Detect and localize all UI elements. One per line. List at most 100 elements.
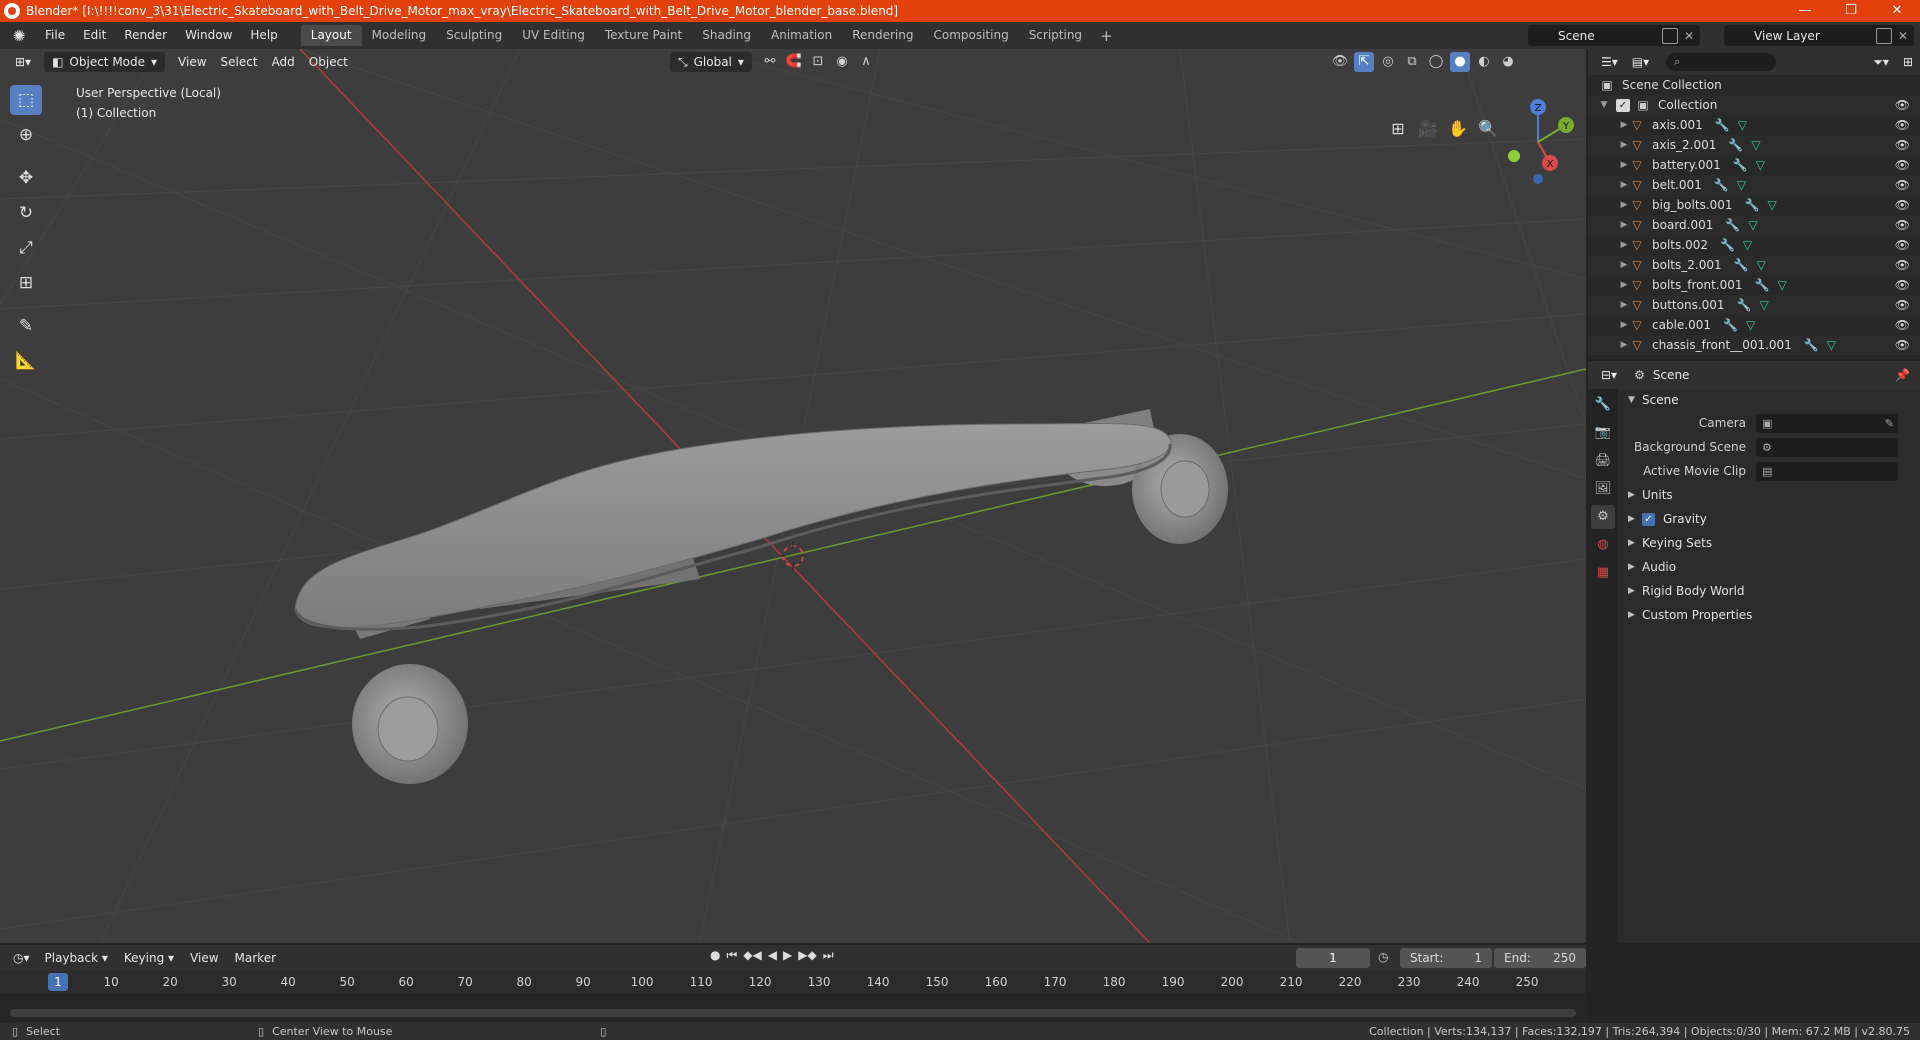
next-keyframe-icon[interactable]: ▶◆	[798, 948, 816, 963]
outliner-search-input[interactable]: ⌕	[1666, 53, 1777, 71]
jump-end-icon[interactable]: ⏭	[823, 948, 834, 963]
falloff-icon[interactable]: ∧	[856, 52, 876, 72]
menu-timeline-view[interactable]: View	[182, 951, 226, 965]
eye-icon[interactable]: 👁	[1895, 238, 1910, 252]
modifier-wrench-icon[interactable]: 🔧	[1737, 298, 1752, 312]
scale-tool-icon[interactable]: ⤢	[10, 233, 42, 263]
new-scene-icon[interactable]	[1661, 27, 1678, 44]
gravity-checkbox[interactable]: ✓	[1642, 512, 1655, 526]
tab-layout[interactable]: Layout	[300, 25, 362, 46]
proportional-edit-icon[interactable]: ◉	[832, 52, 852, 72]
eye-icon[interactable]: 👁	[1895, 278, 1910, 292]
move-tool-icon[interactable]: ✥	[10, 163, 42, 193]
skateboard-model[interactable]	[293, 409, 1228, 784]
render-tab-icon[interactable]: 📷	[1591, 421, 1615, 445]
outliner-item[interactable]: ▶ ▽ bolts_2.001 🔧 ▽ 👁	[1588, 255, 1920, 275]
expand-icon[interactable]: ▶	[1618, 280, 1630, 290]
play-reverse-icon[interactable]: ◀	[768, 948, 777, 963]
timeline-ruler[interactable]: 1102030405060708090100110120130140150160…	[0, 971, 1586, 993]
menu-edit[interactable]: Edit	[74, 22, 115, 49]
scene-selector[interactable]: Scene ✕	[1528, 25, 1700, 46]
solid-shading-icon[interactable]: ●	[1450, 52, 1470, 72]
audio-subpanel[interactable]: ▶ Audio	[1620, 555, 1920, 579]
measure-tool-icon[interactable]: 📐	[10, 346, 42, 376]
editor-type-icon[interactable]: ⊞▾	[8, 52, 38, 72]
eye-icon[interactable]: 👁	[1895, 138, 1910, 152]
modifier-wrench-icon[interactable]: 🔧	[1733, 158, 1748, 172]
eye-icon[interactable]: 👁	[1895, 178, 1910, 192]
orientation-dropdown[interactable]: ⤡ Global ▾	[670, 52, 752, 72]
current-frame-indicator[interactable]: 1	[48, 973, 68, 991]
menu-file[interactable]: File	[36, 22, 74, 49]
modifier-wrench-icon[interactable]: 🔧	[1720, 238, 1735, 252]
rotate-tool-icon[interactable]: ↻	[10, 198, 42, 228]
rendered-shading-icon[interactable]: ◕	[1498, 52, 1518, 72]
eyedropper-icon[interactable]: ✎	[1885, 417, 1894, 430]
pivot-icon[interactable]: ⚯	[760, 52, 780, 72]
start-frame-field[interactable]: Start: 1	[1400, 948, 1492, 968]
modifier-wrench-icon[interactable]: 🔧	[1725, 218, 1740, 232]
tool-tab-icon[interactable]: 🔧	[1591, 393, 1615, 417]
play-icon[interactable]: ▶	[783, 948, 792, 963]
menu-view[interactable]: View	[171, 52, 213, 72]
modifier-wrench-icon[interactable]: 🔧	[1755, 278, 1770, 292]
toggle-grid-icon[interactable]: ⊞	[1384, 115, 1412, 143]
snap-target-icon[interactable]: ⊡	[808, 52, 828, 72]
jump-start-icon[interactable]: ⏮	[726, 948, 737, 963]
custom-properties-subpanel[interactable]: ▶ Custom Properties	[1620, 603, 1920, 627]
timeline-editor-type-icon[interactable]: ◷▾	[6, 948, 37, 968]
outliner-item[interactable]: ▶ ▽ battery.001 🔧 ▽ 👁	[1588, 155, 1920, 175]
modifier-wrench-icon[interactable]: 🔧	[1734, 258, 1749, 272]
tab-texture-paint[interactable]: Texture Paint	[595, 25, 692, 46]
eye-icon[interactable]: 👁	[1895, 318, 1910, 332]
overlay-toggle-icon[interactable]: ◎	[1378, 52, 1398, 72]
menu-help[interactable]: Help	[241, 22, 286, 49]
current-frame-field[interactable]: 1	[1296, 948, 1370, 968]
camera-view-icon[interactable]: 🎥	[1414, 115, 1442, 143]
visibility-icon[interactable]: 👁	[1330, 52, 1350, 72]
mesh-data-icon[interactable]: ▽	[1743, 238, 1752, 252]
collection-checkbox[interactable]: ✓	[1616, 98, 1630, 112]
collection-row[interactable]: ▼ ✓ ▣ Collection 👁	[1588, 95, 1920, 115]
menu-keying[interactable]: Keying ▾	[116, 951, 182, 965]
eye-icon[interactable]: 👁	[1895, 198, 1910, 212]
expand-icon[interactable]: ▶	[1618, 180, 1630, 190]
menu-window[interactable]: Window	[176, 22, 241, 49]
mesh-data-icon[interactable]: ▽	[1737, 178, 1746, 192]
eye-icon[interactable]: 👁	[1895, 98, 1910, 112]
mesh-data-icon[interactable]: ▽	[1756, 158, 1765, 172]
axis-orientation-gizmo[interactable]: Z Y X	[1498, 97, 1578, 187]
menu-render[interactable]: Render	[115, 22, 176, 49]
expand-icon[interactable]: ▶	[1618, 300, 1630, 310]
expand-icon[interactable]: ▶	[1618, 260, 1630, 270]
mesh-data-icon[interactable]: ▽	[1757, 258, 1766, 272]
menu-select[interactable]: Select	[214, 52, 265, 72]
expand-icon[interactable]: ▶	[1618, 120, 1630, 130]
expand-icon[interactable]: ▶	[1618, 240, 1630, 250]
modifier-wrench-icon[interactable]: 🔧	[1714, 178, 1729, 192]
expand-icon[interactable]: ▶	[1618, 160, 1630, 170]
view-layer-tab-icon[interactable]: 🖼	[1591, 477, 1615, 501]
background-scene-input[interactable]: ⚙	[1756, 437, 1898, 457]
blender-menu-icon[interactable]: ✺	[10, 27, 28, 45]
tab-animation[interactable]: Animation	[761, 25, 842, 46]
end-frame-field[interactable]: End: 250	[1494, 948, 1586, 968]
outliner-item[interactable]: ▶ ▽ bolts.002 🔧 ▽ 👁	[1588, 235, 1920, 255]
units-subpanel[interactable]: ▶ Units	[1620, 483, 1920, 507]
annotate-tool-icon[interactable]: ✎	[10, 311, 42, 341]
material-shading-icon[interactable]: ◐	[1474, 52, 1494, 72]
xray-icon[interactable]: ⧉	[1402, 52, 1422, 72]
expand-icon[interactable]: ▶	[1618, 140, 1630, 150]
mode-dropdown[interactable]: ◧ Object Mode ▾	[44, 52, 166, 72]
eye-icon[interactable]: 👁	[1895, 118, 1910, 132]
outliner-item[interactable]: ▶ ▽ board.001 🔧 ▽ 👁	[1588, 215, 1920, 235]
properties-editor-type-icon[interactable]: ⊟▾	[1594, 365, 1624, 385]
outliner-item[interactable]: ▶ ▽ belt.001 🔧 ▽ 👁	[1588, 175, 1920, 195]
mesh-data-icon[interactable]: ▽	[1827, 338, 1836, 352]
modifier-wrench-icon[interactable]: 🔧	[1715, 118, 1730, 132]
expand-icon[interactable]: ▶	[1618, 220, 1630, 230]
mesh-data-icon[interactable]: ▽	[1748, 218, 1757, 232]
modifier-wrench-icon[interactable]: 🔧	[1728, 138, 1743, 152]
tab-compositing[interactable]: Compositing	[923, 25, 1018, 46]
close-button[interactable]: ✕	[1874, 0, 1920, 22]
